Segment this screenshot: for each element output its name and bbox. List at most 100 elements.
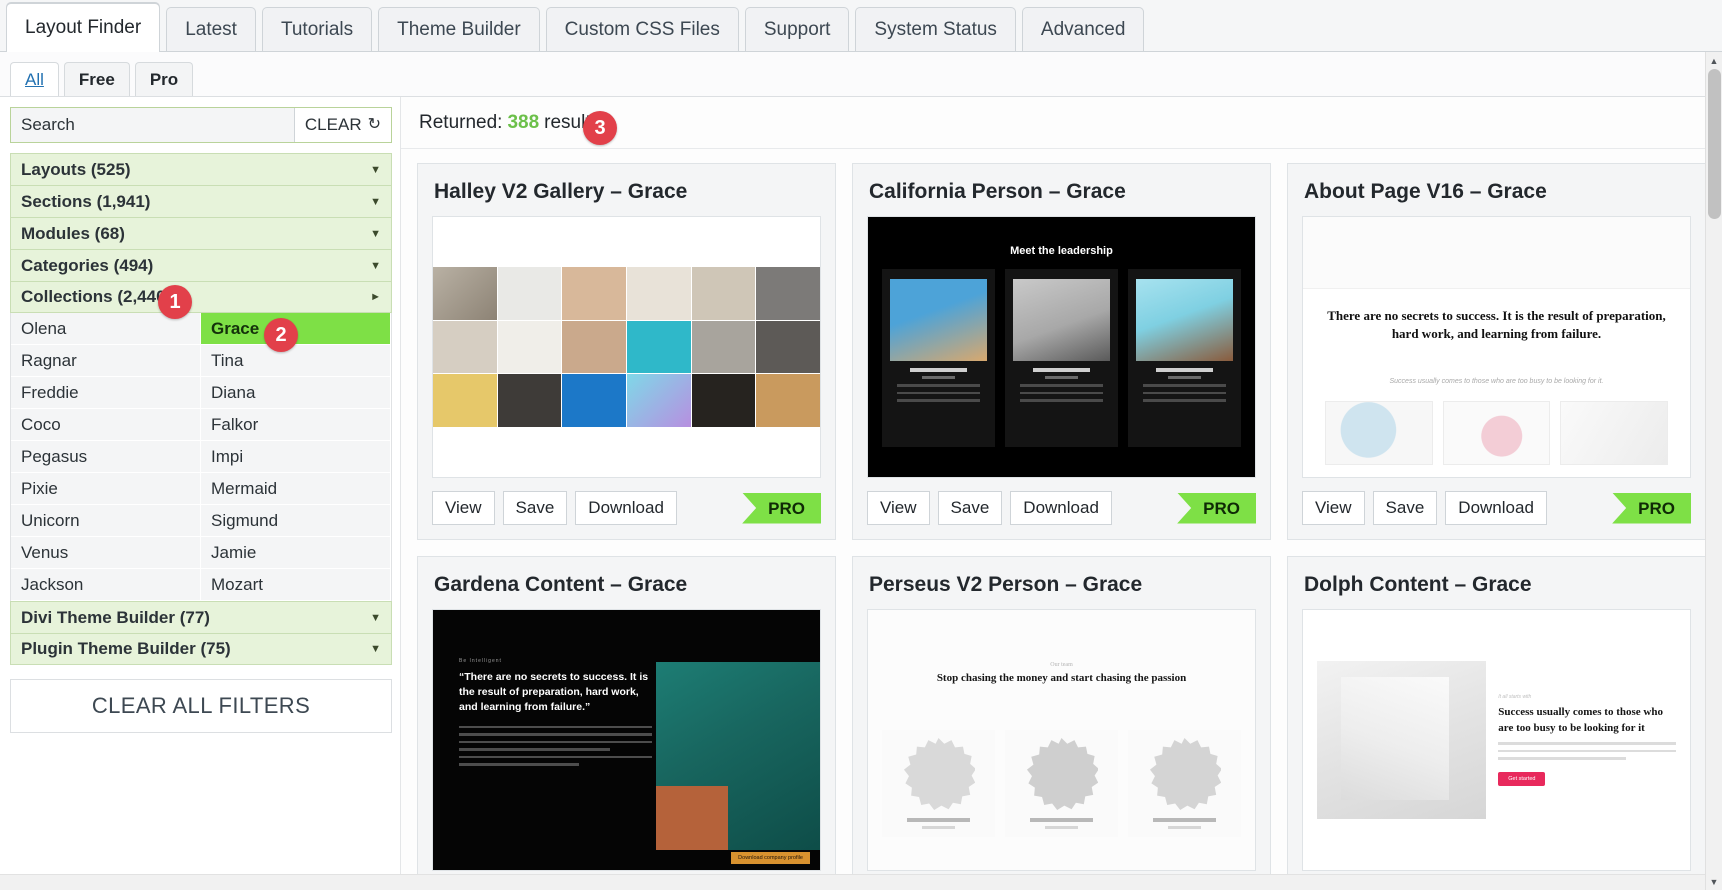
view-button[interactable]: View [867,491,930,525]
accordion-label: Layouts (525) [21,159,131,179]
team-member [882,730,995,837]
card-title: Gardena Content – Grace [434,573,688,596]
thumbnail-eyebrow: Our team [1050,662,1073,668]
card-title: California Person – Grace [869,180,1126,203]
clear-search-button[interactable]: CLEAR ↻ [293,108,391,142]
list-item[interactable]: Mermaid [201,473,391,505]
results-panel: Returned: 388 results Halley V2 Gallery … [400,97,1722,890]
thumbnail-quote: There are no secrets to success. It is t… [1327,308,1666,341]
accordion-plugin-theme-builder[interactable]: Plugin Theme Builder (75) ▼ [10,633,392,665]
scroll-up-arrow-icon[interactable]: ▲ [1706,52,1722,69]
filter-sub-tab-bar: All Free Pro [0,52,1722,97]
tab-layout-finder[interactable]: Layout Finder [6,3,161,52]
download-button[interactable]: Download [1010,491,1112,525]
list-item[interactable]: Unicorn [11,505,201,537]
list-item[interactable]: Sigmund [201,505,391,537]
collection-name-label: Pegasus [21,446,88,466]
collection-name-label: Jackson [21,574,84,594]
subtab-all[interactable]: All [10,62,59,96]
tab-theme-builder[interactable]: Theme Builder [378,7,540,51]
accordion-sections[interactable]: Sections (1,941) ▼ [10,185,392,217]
card-thumbnail[interactable]: Be Intelligent “There are no secrets to … [432,609,821,871]
thumbnail-cta: Get started [1498,771,1546,786]
filter-sidebar: CLEAR ↻ Layouts (525) ▼ Sections (1,941)… [0,97,400,890]
card-title: Halley V2 Gallery – Grace [434,180,688,203]
card-thumbnail[interactable]: It all starts with Success usually comes… [1302,609,1691,871]
horizontal-scroll-strip[interactable] [0,874,1722,890]
results-prefix: Returned: [419,111,503,133]
list-item[interactable]: Ragnar [11,345,201,377]
collection-name-label: Unicorn [21,510,80,530]
tab-system-status[interactable]: System Status [855,7,1016,51]
list-item[interactable]: Venus [11,537,201,569]
list-item[interactable]: Freddie [11,377,201,409]
layout-card[interactable]: Halley V2 Gallery – Grace View Save Down… [417,163,836,540]
accordion-divi-theme-builder[interactable]: Divi Theme Builder (77) ▼ [10,601,392,633]
collection-name-label: Tina [211,350,244,370]
view-button[interactable]: View [1302,491,1365,525]
thumbnail-quote: “There are no secrets to success. It is … [459,671,649,714]
thumbnail-cta: Download company profile [731,852,810,864]
collection-name-label: Pixie [21,478,58,498]
list-item[interactable]: Mozart [201,569,391,601]
search-input[interactable] [11,108,294,142]
download-button[interactable]: Download [575,491,677,525]
thumbnail-eyebrow: It all starts with [1498,694,1532,701]
tab-tutorials[interactable]: Tutorials [261,7,373,51]
scroll-down-arrow-icon[interactable]: ▼ [1706,873,1722,890]
list-item[interactable]: Pegasus [11,441,201,473]
thumbnail-body-lines [459,725,653,766]
list-item[interactable]: Falkor [201,409,391,441]
accordion-layouts[interactable]: Layouts (525) ▼ [10,153,392,185]
tab-advanced[interactable]: Advanced [1021,7,1145,51]
list-item[interactable]: Jamie [201,537,391,569]
tab-support[interactable]: Support [744,7,850,51]
gardena-image: Be Intelligent “There are no secrets to … [433,610,820,870]
layout-card[interactable]: Gardena Content – Grace Be Intelligent “… [417,556,836,890]
vertical-scrollbar[interactable]: ▲ ▼ [1705,52,1722,890]
save-button[interactable]: Save [502,491,568,525]
team-member-row [882,269,1241,447]
card-thumbnail[interactable] [432,216,821,478]
download-button[interactable]: Download [1445,491,1547,525]
accordion-modules[interactable]: Modules (68) ▼ [10,217,392,249]
list-item[interactable]: Coco [11,409,201,441]
layout-card[interactable]: Perseus V2 Person – Grace Our team Stop … [852,556,1271,890]
list-item[interactable]: Pixie [11,473,201,505]
card-thumbnail[interactable]: Meet the leadership [867,216,1256,478]
tab-label: Theme Builder [397,18,521,40]
save-button[interactable]: Save [937,491,1003,525]
save-button[interactable]: Save [1372,491,1438,525]
search-bar: CLEAR ↻ [10,107,392,143]
layout-card[interactable]: Dolph Content – Grace It all starts with… [1287,556,1706,890]
collection-name-label: Jamie [211,542,257,562]
layout-card[interactable]: California Person – Grace Meet the leade… [852,163,1271,540]
list-item[interactable]: Tina [201,345,391,377]
card-thumbnail[interactable]: Our team Stop chasing the money and star… [867,609,1256,871]
subtab-pro[interactable]: Pro [134,62,194,96]
accordion-categories[interactable]: Categories (494) ▼ [10,249,392,281]
subtab-free[interactable]: Free [63,62,130,96]
scrollbar-thumb[interactable] [1708,69,1721,219]
card-thumbnail[interactable]: About Us Home › About Us There are no se… [1302,216,1691,478]
collection-name-list: Olena Grace Ragnar Tina Freddie Diana Co… [10,313,392,601]
thumbnail-image-row [1325,401,1668,465]
layout-card[interactable]: About Page V16 – Grace About Us Home › A… [1287,163,1706,540]
results-count: 388 [507,111,540,133]
accordion-collections[interactable]: Collections (2,440) ► [10,281,392,313]
accordion-label: Sections (1,941) [21,191,151,211]
tab-custom-css-files[interactable]: Custom CSS Files [545,7,739,51]
list-item[interactable]: Diana [201,377,391,409]
tab-latest[interactable]: Latest [166,7,256,51]
clear-all-filters-button[interactable]: CLEAR ALL FILTERS [10,679,392,733]
tab-label: Support [763,18,831,40]
clear-all-filters-label: CLEAR ALL FILTERS [91,693,311,718]
list-item[interactable]: Impi [201,441,391,473]
layout-finder-app: Layout Finder Latest Tutorials Theme Bui… [0,0,1722,890]
list-item[interactable]: Jackson [11,569,201,601]
tab-label: Custom CSS Files [564,18,720,40]
collection-name-label: Falkor [211,414,259,434]
content-split: CLEAR ↻ Layouts (525) ▼ Sections (1,941)… [0,97,1722,890]
view-button[interactable]: View [432,491,495,525]
tab-label: System Status [874,18,997,40]
